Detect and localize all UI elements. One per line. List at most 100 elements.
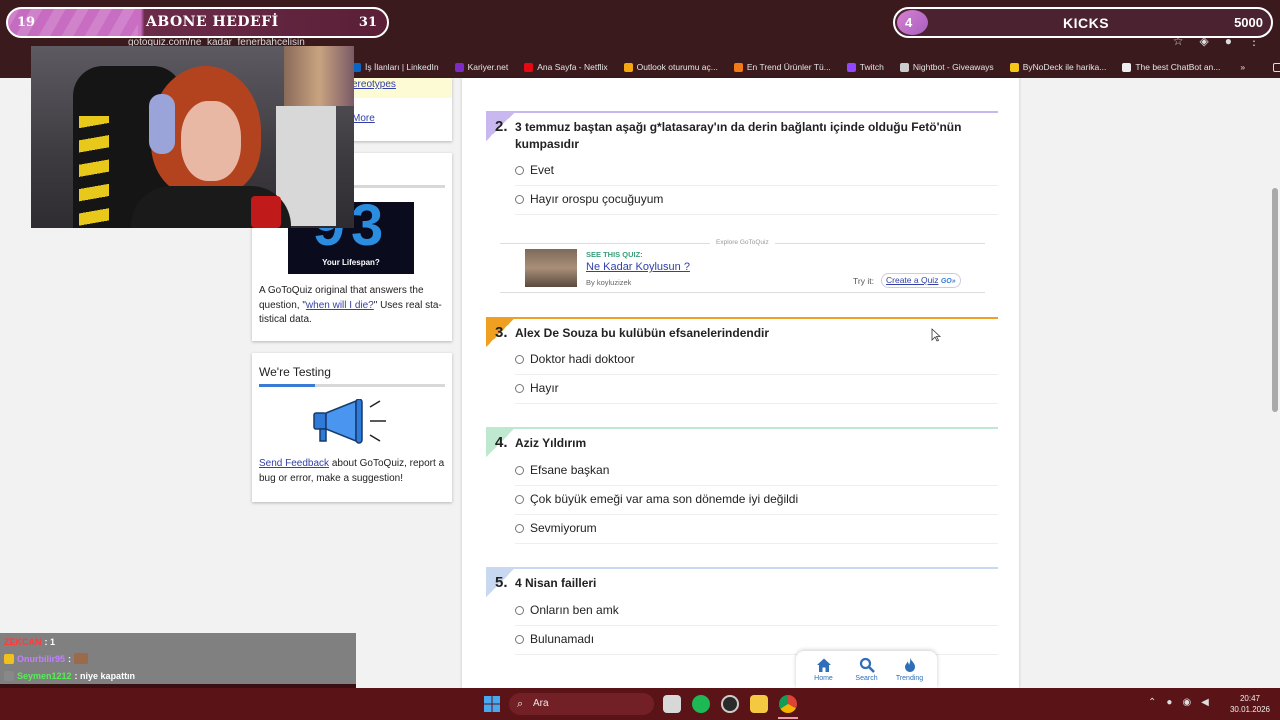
answer-option-label: Onların ben amk [530,603,619,617]
lifespan-description: A GoToQuiz original that answers the que… [259,284,447,328]
create-quiz-label: Create a Quiz [886,275,939,285]
kicks-count: 4 [905,15,913,30]
bookmark-item[interactable]: Ana Sayfa - Netflix [524,62,608,72]
answer-option-label: Sevmiyorum [530,521,597,535]
bookmark-favicon-icon [1122,62,1132,72]
option-divider [515,185,998,186]
chat-text: : niye kapattın [74,670,136,681]
answer-option[interactable]: Hayır [515,376,998,400]
taskbar-search[interactable]: ⌕ Ara [509,693,654,715]
page-scrollbar[interactable] [1269,78,1280,688]
answer-option-label: Hayır [530,381,559,395]
radio-button[interactable] [515,523,524,533]
featured-quiz-thumbnail[interactable] [525,249,577,287]
file-explorer-icon[interactable] [750,695,768,713]
bookmark-item[interactable]: Kariyer.net [454,62,508,72]
more-link[interactable]: More [352,113,375,124]
answer-option[interactable]: Evet [515,158,998,182]
task-view-icon[interactable] [663,695,681,713]
question-text: 4 Nisan failleri [515,576,597,590]
question-number: 4. [495,434,508,451]
answer-option[interactable]: Doktor hadi doktoor [515,347,998,371]
chevron-up-icon[interactable]: ⌃ [1148,697,1156,708]
chat-text: : 1 [44,636,56,647]
bookmark-item[interactable]: Nightbot - Giveaways [899,62,994,72]
featured-quiz-link[interactable]: Ne Kadar Koylusun ? [586,261,690,273]
question-number: 2. [495,118,508,135]
answer-option-label: Çok büyük emeği var ama son dönemde iyi … [530,492,799,506]
send-feedback-link[interactable]: Send Feedback [259,458,329,469]
bookmark-label: ByNoDeck ile harika... [1022,62,1107,72]
when-will-i-die-link[interactable]: when will I die? [306,300,374,311]
answer-option[interactable]: Hayır orospu çocuğuyum [515,187,998,211]
bookmark-item[interactable]: The best ChatBot an... [1122,62,1220,72]
bookmark-label: En Trend Ürünler Tü... [746,62,831,72]
subscriber-goal-title: ABONE HEDEFİ [146,14,279,30]
taskbar-clock[interactable]: 20:47 30.01.2026 [1226,693,1274,715]
bookmark-favicon-icon [846,62,856,72]
clock-date: 30.01.2026 [1229,705,1271,714]
mouse-cursor-icon [931,328,941,342]
card-divider-accent [259,384,315,387]
chat-badge-icon [4,653,14,664]
chrome-icon[interactable] [779,695,797,713]
nav-search[interactable]: Search [848,657,886,682]
all-bookmarks-button[interactable]: Tüm Yer İşaretleri [1273,62,1280,72]
nav-home[interactable]: Home [805,657,843,682]
question-top-border [486,427,998,429]
nav-trending[interactable]: Trending [891,657,929,682]
radio-button[interactable] [515,194,524,204]
subscriber-goal-target: 31 [358,15,377,30]
radio-button[interactable] [515,354,524,364]
answer-option[interactable]: Efsane başkan [515,458,998,482]
question-number: 5. [495,574,508,591]
megaphone-icon [313,399,386,444]
webcam-overlay [31,46,354,228]
answer-option[interactable]: Çok büyük emeği var ama son dönemde iyi … [515,487,998,511]
webcam-streamer-face [181,101,241,181]
kicks-goal-title: KICKS [1063,15,1110,31]
radio-button[interactable] [515,165,524,175]
scrollbar-thumb[interactable] [1272,188,1278,412]
feedback-description: Send Feedback about GoToQuiz, report a b… [259,457,447,486]
bookmark-favicon-icon [454,62,464,72]
radio-button[interactable] [515,465,524,475]
windows-start-icon[interactable] [484,696,500,712]
question-text: 3 temmuz baştan aşağı g*latasaray'ın da … [515,120,962,151]
steam-icon[interactable] [721,695,739,713]
feedback-card-title: We're Testing [259,365,331,379]
radio-button[interactable] [515,634,524,644]
taskbar-search-placeholder: Ara [533,698,549,709]
network-icon[interactable]: ◉ [1182,697,1191,708]
chat-username[interactable]: ZEKCAN [4,637,42,647]
bookmark-item[interactable]: İş İlanları | LinkedIn [352,62,439,72]
search-icon: ⌕ [517,698,524,710]
microphone-icon[interactable]: ● [1166,697,1172,708]
explore-bottom-line [500,292,985,293]
radio-button[interactable] [515,605,524,615]
volume-icon[interactable]: ◀ [1201,697,1209,708]
stereotypes-link[interactable]: ereotypes [352,79,396,90]
bookmark-item[interactable]: ByNoDeck ile harika... [1009,62,1107,72]
answer-option-label: Bulunamadı [530,632,595,646]
answer-option[interactable]: Onların ben amk [515,598,998,622]
answer-option[interactable]: Sevmiyorum [515,516,998,540]
bookmark-label: Outlook oturumu aç... [636,62,718,72]
chat-message: Onurbilir95: [0,650,356,667]
chat-username[interactable]: Seymen1212 [17,671,72,681]
bookmark-item[interactable]: Outlook oturumu aç... [623,62,718,72]
radio-button[interactable] [515,383,524,393]
bookmark-item[interactable]: En Trend Ürünler Tü... [733,62,831,72]
create-quiz-button[interactable]: Create a Quiz GO» [881,273,961,288]
answer-option[interactable]: Bulunamadı [515,627,998,651]
folder-icon [1273,62,1280,72]
radio-button[interactable] [515,494,524,504]
see-this-quiz-label: SEE THIS QUIZ: [586,250,643,259]
bookmark-item[interactable]: Twitch [846,62,884,72]
nav-trending-label: Trending [895,675,924,682]
chat-username[interactable]: Onurbilir95 [17,654,65,664]
spotify-icon[interactable] [692,695,710,713]
question-text: Aziz Yıldırım [515,436,587,450]
bookmark-label: İş İlanları | LinkedIn [365,62,439,72]
bookmarks-overflow-button[interactable]: » [1240,62,1245,72]
